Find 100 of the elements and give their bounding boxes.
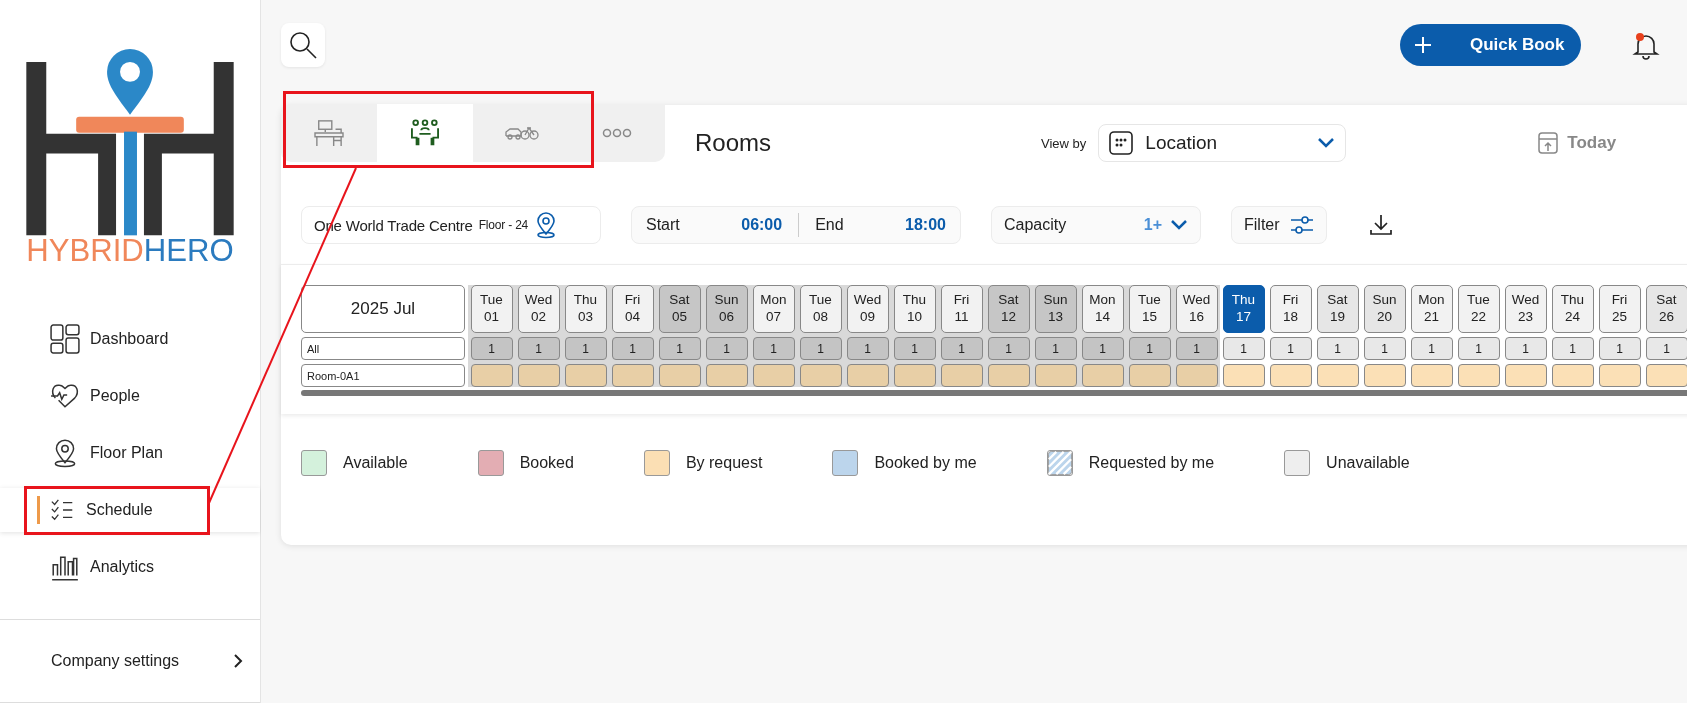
capacity-dropdown[interactable]: Capacity 1+ [991, 206, 1201, 244]
nav-item[interactable]: Schedule [0, 488, 260, 533]
day-header[interactable]: Sat 05 [658, 285, 701, 333]
legend-label: Unavailable [1326, 454, 1410, 472]
resource-tab[interactable] [377, 104, 473, 162]
day-header[interactable]: Fri 25 [1598, 285, 1641, 333]
day-header[interactable]: Fri 18 [1269, 285, 1312, 333]
slot-cell[interactable] [1316, 364, 1359, 387]
row-label: Room-0A1 [301, 364, 465, 387]
search-button[interactable] [281, 23, 325, 67]
slot-cell[interactable] [893, 364, 936, 387]
slot-cell[interactable] [1598, 364, 1641, 387]
page-title: Rooms [695, 129, 772, 157]
slot-cell[interactable] [1504, 364, 1547, 387]
slot-cell[interactable] [564, 364, 607, 387]
count-cell: 1 [1128, 337, 1171, 360]
count-cell: 1 [658, 337, 701, 360]
start-time[interactable]: 06:00 [741, 216, 783, 234]
day-header[interactable]: Thu 10 [893, 285, 936, 333]
day-header[interactable]: Mon 07 [752, 285, 795, 333]
slot-cell[interactable] [517, 364, 560, 387]
dashboard-icon [50, 324, 80, 355]
day-header[interactable]: Mon 14 [1081, 285, 1124, 333]
day-header[interactable]: Wed 09 [846, 285, 889, 333]
slot-cell[interactable] [846, 364, 889, 387]
slot-cell[interactable] [1128, 364, 1171, 387]
day-header[interactable]: Wed 23 [1504, 285, 1547, 333]
day-header[interactable]: Sun 20 [1363, 285, 1406, 333]
count-cell: 1 [752, 337, 795, 360]
day-header[interactable]: Thu 03 [564, 285, 607, 333]
slot-cell[interactable] [1551, 364, 1594, 387]
legend-label: By request [685, 454, 763, 472]
nav-item[interactable]: Analytics [0, 545, 260, 590]
chevron-right-icon [232, 654, 244, 669]
day-header[interactable]: Fri 11 [940, 285, 983, 333]
count-cell: 1 [1457, 337, 1500, 360]
slot-cell[interactable] [799, 364, 842, 387]
day-header[interactable]: Wed 02 [517, 285, 560, 333]
day-header[interactable]: Sat 12 [987, 285, 1030, 333]
count-cell: 1 [1316, 337, 1359, 360]
slot-cell[interactable] [1175, 364, 1218, 387]
slot-cell[interactable] [611, 364, 654, 387]
day-header[interactable]: Sun 13 [1034, 285, 1077, 333]
slot-cell[interactable] [1363, 364, 1406, 387]
view-by-dropdown[interactable]: Location [1098, 124, 1347, 162]
count-cell: 1 [1222, 337, 1265, 360]
slot-cell[interactable] [987, 364, 1030, 387]
count-cell: 1 [1410, 337, 1453, 360]
slot-cell[interactable] [1034, 364, 1077, 387]
today-button[interactable]: Today [1531, 130, 1623, 156]
car-bike-icon [503, 125, 539, 141]
company-settings-item[interactable]: Company settings [0, 619, 260, 703]
slot-cell[interactable] [470, 364, 513, 387]
count-cell: 1 [846, 337, 889, 360]
day-header[interactable]: Tue 01 [470, 285, 513, 333]
slot-cell[interactable] [1269, 364, 1312, 387]
scrollbar[interactable] [301, 390, 1687, 396]
slot-cell[interactable] [752, 364, 795, 387]
grid-dots-icon [1109, 131, 1134, 155]
nav-item[interactable]: Floor Plan [0, 431, 260, 476]
chevron-down-icon [1317, 137, 1336, 149]
day-header[interactable]: Sun 06 [705, 285, 748, 333]
count-cell: 1 [611, 337, 654, 360]
day-header[interactable]: Thu 24 [1551, 285, 1594, 333]
more-icon [602, 128, 632, 138]
day-header[interactable]: Fri 04 [611, 285, 654, 333]
slot-cell[interactable] [705, 364, 748, 387]
slot-cell[interactable] [1457, 364, 1500, 387]
day-header[interactable]: Tue 22 [1457, 285, 1500, 333]
count-cell: 1 [1551, 337, 1594, 360]
end-time[interactable]: 18:00 [905, 216, 946, 234]
nav-item[interactable]: Dashboard [0, 317, 260, 362]
day-header[interactable]: Thu 17 [1222, 285, 1265, 333]
plus-icon [1414, 36, 1432, 54]
day-header[interactable]: Sat 19 [1316, 285, 1359, 333]
count-cell: 1 [1598, 337, 1641, 360]
day-header[interactable]: Wed 16 [1175, 285, 1218, 333]
bell-icon[interactable] [1631, 30, 1661, 60]
filter-button[interactable]: Filter [1231, 206, 1327, 244]
nav-item[interactable]: People [0, 374, 260, 419]
count-cell: 1 [799, 337, 842, 360]
count-cell: 1 [1081, 337, 1124, 360]
calendar-icon [1537, 131, 1560, 155]
legend-label: Available [343, 454, 408, 472]
quick-book-button[interactable]: Quick Book [1400, 24, 1581, 66]
slot-cell[interactable] [940, 364, 983, 387]
slot-cell[interactable] [1645, 364, 1687, 387]
month-label: 2025 Jul [301, 285, 465, 333]
count-cell: 1 [987, 337, 1030, 360]
day-header[interactable]: Mon 21 [1410, 285, 1453, 333]
day-header[interactable]: Sat 26 [1645, 285, 1687, 333]
slot-cell[interactable] [658, 364, 701, 387]
slot-cell[interactable] [1410, 364, 1453, 387]
download-icon[interactable] [1369, 213, 1393, 237]
slot-cell[interactable] [1222, 364, 1265, 387]
count-cell: 1 [1645, 337, 1687, 360]
day-header[interactable]: Tue 15 [1128, 285, 1171, 333]
sliders-icon [1290, 214, 1314, 236]
slot-cell[interactable] [1081, 364, 1124, 387]
day-header[interactable]: Tue 08 [799, 285, 842, 333]
